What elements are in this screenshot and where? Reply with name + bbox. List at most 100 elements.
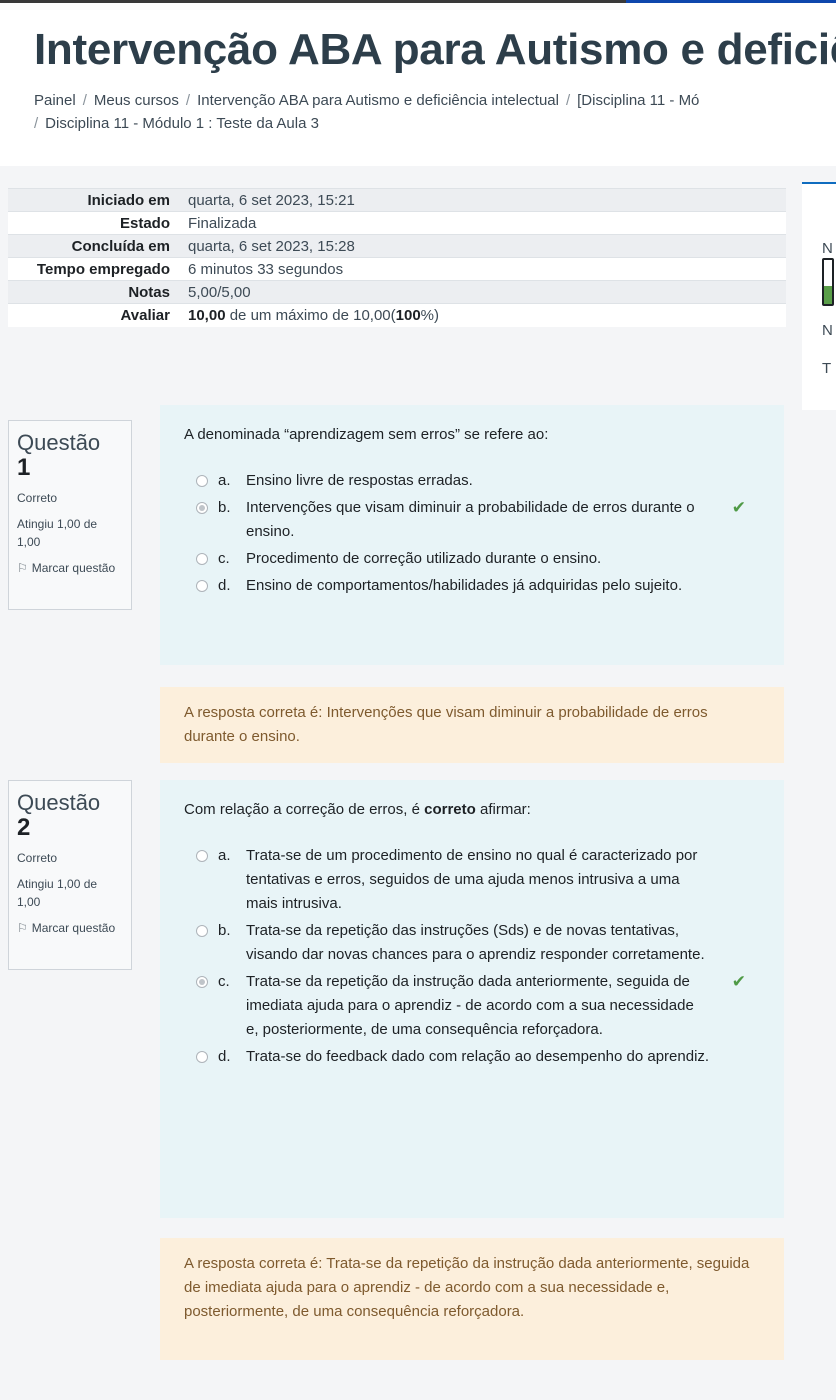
summary-label: Notas [8, 280, 178, 304]
summary-value: 5,00/5,00 [178, 280, 786, 304]
nav-progress-bar[interactable] [822, 258, 834, 306]
answer-option[interactable]: a. Trata-se de um procedimento de ensino … [184, 844, 760, 916]
check-icon: ✔ [731, 972, 746, 991]
summary-label: Tempo empregado [8, 257, 178, 281]
answer-option-selected[interactable]: b. Intervenções que visam diminuir a prob… [184, 496, 760, 544]
flag-icon: ⚐ [17, 561, 28, 575]
summary-row-started: Iniciado em quarta, 6 set 2023, 15:21 [8, 188, 786, 212]
answer-text: Trata-se do feedback dado com relação ao… [246, 1048, 710, 1065]
question-1-info: Questão 1 Correto Atingiu 1,00 de 1,00 ⚐… [8, 420, 132, 610]
breadcrumb-current: Disciplina 11 - Módulo 1 : Teste da Aula… [45, 115, 319, 132]
breadcrumb-separator: / [34, 115, 39, 132]
answer-text: Trata-se da repetição das instruções (Sd… [246, 922, 705, 963]
question-2-answers: a. Trata-se de um procedimento de ensino … [184, 844, 760, 1069]
summary-row-state: Estado Finalizada [8, 211, 786, 235]
question-2-feedback: A resposta correta é: Trata-se da repeti… [160, 1238, 784, 1360]
summary-row-marks: Notas 5,00/5,00 [8, 280, 786, 304]
summary-label: Concluída em [8, 234, 178, 258]
nav-text-fragment: N [822, 322, 833, 339]
breadcrumb-line-2: / Disciplina 11 - Módulo 1 : Teste da Aul… [34, 112, 836, 135]
answer-letter: a. [218, 472, 231, 489]
breadcrumb-painel[interactable]: Painel [34, 92, 76, 109]
radio-button[interactable] [196, 553, 208, 565]
summary-value: Finalizada [178, 211, 786, 235]
question-text-bold: correto [424, 801, 476, 818]
answer-text: Procedimento de correção utilizado duran… [246, 550, 602, 567]
nav-progress-fill [824, 286, 832, 304]
answer-text: Trata-se de um procedimento de ensino no… [246, 847, 698, 912]
answer-text: Intervenções que visam diminuir a probab… [246, 499, 695, 540]
question-2-formulation: Com relação a correção de erros, é corre… [160, 780, 784, 1218]
quiz-navigation-block: N N T [802, 182, 836, 410]
answer-option[interactable]: b. Trata-se da repetição das instruções (… [184, 919, 760, 967]
summary-label: Estado [8, 211, 178, 235]
breadcrumb-separator: / [82, 92, 87, 109]
grade-middle: de um máximo de 10,00( [225, 306, 396, 324]
question-number: 2 [17, 814, 31, 841]
nav-text-fragment: N [822, 240, 833, 257]
answer-letter: d. [218, 1048, 231, 1065]
summary-value: quarta, 6 set 2023, 15:28 [178, 234, 786, 258]
flag-question-label: Marcar questão [31, 921, 116, 935]
summary-row-grade: Avaliar 10,00 de um máximo de 10,00(100%) [8, 303, 786, 327]
answer-text: Ensino livre de respostas erradas. [246, 472, 473, 489]
question-word: Questão [17, 430, 101, 455]
answer-option[interactable]: d. Ensino de comportamentos/habilidades j… [184, 574, 760, 598]
question-grade: Atingiu 1,00 de 1,00 [17, 877, 98, 909]
question-text-part: Com relação a correção de erros, é [184, 801, 425, 818]
answer-letter: b. [218, 922, 231, 939]
answer-letter: b. [218, 499, 231, 516]
summary-label: Iniciado em [8, 188, 178, 212]
correct-answer-text: A resposta correta é: Trata-se da repeti… [184, 1255, 750, 1320]
breadcrumb-separator: / [185, 92, 191, 109]
question-1-feedback: A resposta correta é: Intervenções que v… [160, 687, 784, 763]
summary-grade-value: 10,00 de um máximo de 10,00(100%) [178, 303, 786, 327]
breadcrumb: Painel / Meus cursos / Intervenção ABA para … [34, 89, 836, 135]
question-word: Questão [17, 790, 101, 815]
answer-text: Trata-se da repetição da instrução dada … [246, 973, 694, 1038]
flag-question-link[interactable]: ⚐ Marcar questão [17, 919, 123, 937]
answer-text: Ensino de comportamentos/habilidades já … [246, 577, 683, 594]
summary-value: 6 minutos 33 segundos [178, 257, 786, 281]
breadcrumb-section[interactable]: [Disciplina 11 - Mó [577, 92, 699, 109]
breadcrumb-separator: / [565, 92, 571, 109]
grade-end: %) [420, 306, 440, 324]
summary-row-time-taken: Tempo empregado 6 minutos 33 segundos [8, 257, 786, 281]
question-state: Correto [17, 491, 58, 505]
radio-button[interactable] [196, 475, 208, 487]
correct-answer-text: A resposta correta é: Intervenções que v… [184, 704, 708, 745]
question-1-text: A denominada “aprendizagem sem erros” se… [184, 426, 549, 443]
check-icon: ✔ [731, 498, 746, 517]
answer-letter: d. [218, 577, 231, 594]
question-number: 1 [17, 454, 31, 481]
radio-button[interactable] [196, 850, 208, 862]
nav-text-fragment: T [822, 360, 832, 377]
attempt-summary-table: Iniciado em quarta, 6 set 2023, 15:21 Est… [8, 188, 786, 327]
answer-letter: c. [218, 973, 230, 990]
answer-option[interactable]: a. Ensino livre de respostas erradas. [184, 469, 760, 493]
question-grade: Atingiu 1,00 de 1,00 [17, 517, 98, 549]
question-state: Correto [17, 851, 58, 865]
breadcrumb-meus-cursos[interactable]: Meus cursos [94, 92, 179, 109]
radio-button[interactable] [196, 925, 208, 937]
answer-letter: c. [218, 550, 230, 567]
question-2-info: Questão 2 Correto Atingiu 1,00 de 1,00 ⚐… [8, 780, 132, 970]
summary-label: Avaliar [8, 303, 178, 327]
answer-option-selected[interactable]: c. Trata-se da repetição da instrução dad… [184, 970, 760, 1042]
grade-score: 10,00 [188, 306, 226, 324]
flag-question-label: Marcar questão [31, 561, 116, 575]
radio-button[interactable] [196, 580, 208, 592]
radio-button-selected[interactable] [196, 976, 208, 988]
radio-button-selected[interactable] [196, 502, 208, 514]
radio-button[interactable] [196, 1051, 208, 1063]
question-1-formulation: A denominada “aprendizagem sem erros” se… [160, 405, 784, 665]
answer-option[interactable]: d. Trata-se do feedback dado com relação … [184, 1045, 760, 1069]
flag-icon: ⚐ [17, 921, 28, 935]
summary-value: quarta, 6 set 2023, 15:21 [178, 188, 786, 212]
answer-letter: a. [218, 847, 231, 864]
question-text-part: afirmar: [475, 801, 531, 818]
answer-option[interactable]: c. Procedimento de correção utilizado dur… [184, 547, 760, 571]
breadcrumb-course[interactable]: Intervenção ABA para Autismo e deficiênc… [197, 92, 559, 109]
page-header: Intervenção ABA para Autismo e deficiê P… [0, 3, 836, 166]
flag-question-link[interactable]: ⚐ Marcar questão [17, 559, 123, 577]
